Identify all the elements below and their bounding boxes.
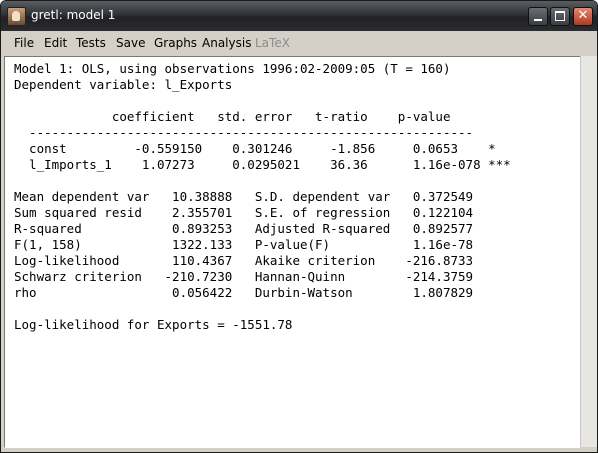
stat-row: Log-likelihood 110.4367 Akaike criterion… bbox=[14, 253, 474, 268]
table-row-const: const -0.559150 0.301246 -1.856 0.0653 * bbox=[14, 141, 496, 156]
model-output-pane[interactable]: Model 1: OLS, using observations 1996:02… bbox=[4, 56, 580, 448]
dependent-variable: Dependent variable: l_Exports bbox=[14, 77, 233, 92]
menu-edit[interactable]: Edit bbox=[44, 36, 67, 50]
stat-row: R-squared 0.893253 Adjusted R-squared 0.… bbox=[14, 221, 474, 236]
menu-bar: File Edit Tests Save Graphs Analysis LaT… bbox=[1, 31, 597, 55]
menu-graphs[interactable]: Graphs bbox=[154, 36, 197, 50]
gretl-app-icon[interactable] bbox=[7, 7, 26, 26]
menu-latex: LaTeX bbox=[255, 36, 290, 50]
stat-row: Mean dependent var 10.38888 S.D. depende… bbox=[14, 189, 474, 204]
model-window: gretl: model 1 ✕ File Edit Tests Save Gr… bbox=[0, 0, 598, 453]
model-description: Model 1: OLS, using observations 1996:02… bbox=[14, 61, 451, 76]
title-bar[interactable]: gretl: model 1 ✕ bbox=[1, 1, 597, 31]
window-title: gretl: model 1 bbox=[31, 8, 116, 22]
minimize-icon bbox=[534, 19, 542, 21]
menu-file[interactable]: File bbox=[14, 36, 34, 50]
loglik-note: Log-likelihood for Exports = -1551.78 bbox=[14, 317, 293, 332]
stat-row: rho 0.056422 Durbin-Watson 1.807829 bbox=[14, 285, 474, 300]
stat-row: Schwarz criterion -210.7230 Hannan-Quinn… bbox=[14, 269, 474, 284]
menu-save[interactable]: Save bbox=[116, 36, 145, 50]
close-button[interactable]: ✕ bbox=[573, 7, 593, 26]
stat-row: Sum squared resid 2.355701 S.E. of regre… bbox=[14, 205, 474, 220]
maximize-icon bbox=[555, 11, 565, 21]
close-icon: ✕ bbox=[577, 8, 589, 23]
menu-analysis[interactable]: Analysis bbox=[202, 36, 251, 50]
minimize-button[interactable] bbox=[528, 7, 548, 26]
table-rule: ----------------------------------------… bbox=[14, 125, 474, 140]
stat-row: F(1, 158) 1322.133 P-value(F) 1.16e-78 bbox=[14, 237, 474, 252]
table-row-l-imports-1: l_Imports_1 1.07273 0.0295021 36.36 1.16… bbox=[14, 157, 511, 172]
coefficient-table-header: coefficient std. error t-ratio p-value bbox=[14, 109, 451, 124]
vertical-scrollbar[interactable] bbox=[580, 56, 597, 447]
menu-tests[interactable]: Tests bbox=[76, 36, 106, 50]
maximize-button[interactable] bbox=[550, 7, 570, 26]
